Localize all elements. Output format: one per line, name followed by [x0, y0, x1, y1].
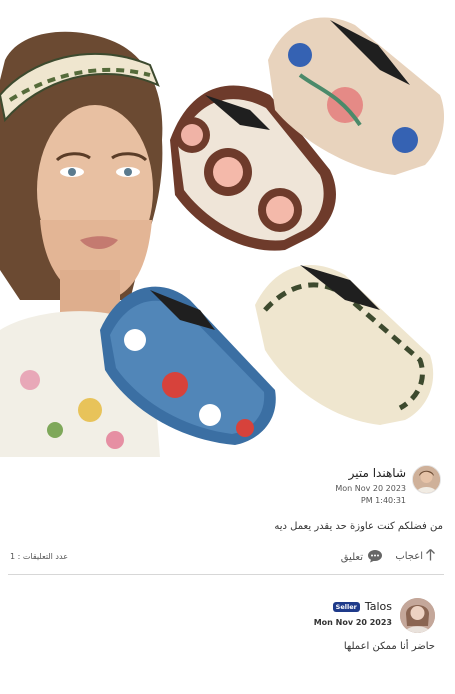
comments-count: عدد التعليقات : 1 — [10, 552, 68, 561]
seller-badge: Seller — [332, 601, 360, 612]
avatar-icon — [413, 466, 440, 493]
comment-author: Talos Seller Mon Nov 20 2023 — [314, 598, 435, 633]
post-author-meta: شاهندا متير Mon Nov 20 2023 PM 1:40:31 — [335, 465, 406, 507]
comment-author-avatar[interactable] — [400, 598, 435, 633]
comment-button[interactable]: تعليق — [341, 549, 383, 566]
avatar-icon — [400, 598, 435, 633]
like-label: اعجاب — [395, 551, 423, 562]
like-button[interactable]: اعجاب — [395, 549, 435, 564]
post-actions: اعجاب تعليق عدد التعليقات : 1 — [0, 547, 455, 571]
post-author-name[interactable]: شاهندا متير — [335, 465, 406, 481]
post-card: شاهندا متير Mon Nov 20 2023 PM 1:40:31 م… — [0, 0, 455, 694]
post-date: Mon Nov 20 2023 — [335, 484, 406, 493]
headbands-photo — [0, 17, 445, 457]
post-author-avatar[interactable] — [412, 465, 441, 494]
comment-author-name[interactable]: Talos — [365, 600, 392, 613]
post-image[interactable] — [0, 0, 455, 457]
comment-label: تعليق — [340, 552, 363, 563]
comment-author-meta: Talos Seller Mon Nov 20 2023 — [314, 598, 392, 627]
speech-bubble-icon — [367, 549, 383, 566]
divider — [8, 574, 444, 575]
arrow-up-icon — [426, 549, 435, 564]
post-author: شاهندا متير Mon Nov 20 2023 PM 1:40:31 — [335, 465, 441, 507]
comment-text: حاضر أنا ممكن اعملها — [343, 641, 435, 652]
post-time: PM 1:40:31 — [360, 496, 406, 505]
post-text: من فضلكم كنت عاوزة حد يقدر يعمل ديه — [274, 521, 443, 532]
comment-date: Mon Nov 20 2023 — [313, 618, 392, 627]
